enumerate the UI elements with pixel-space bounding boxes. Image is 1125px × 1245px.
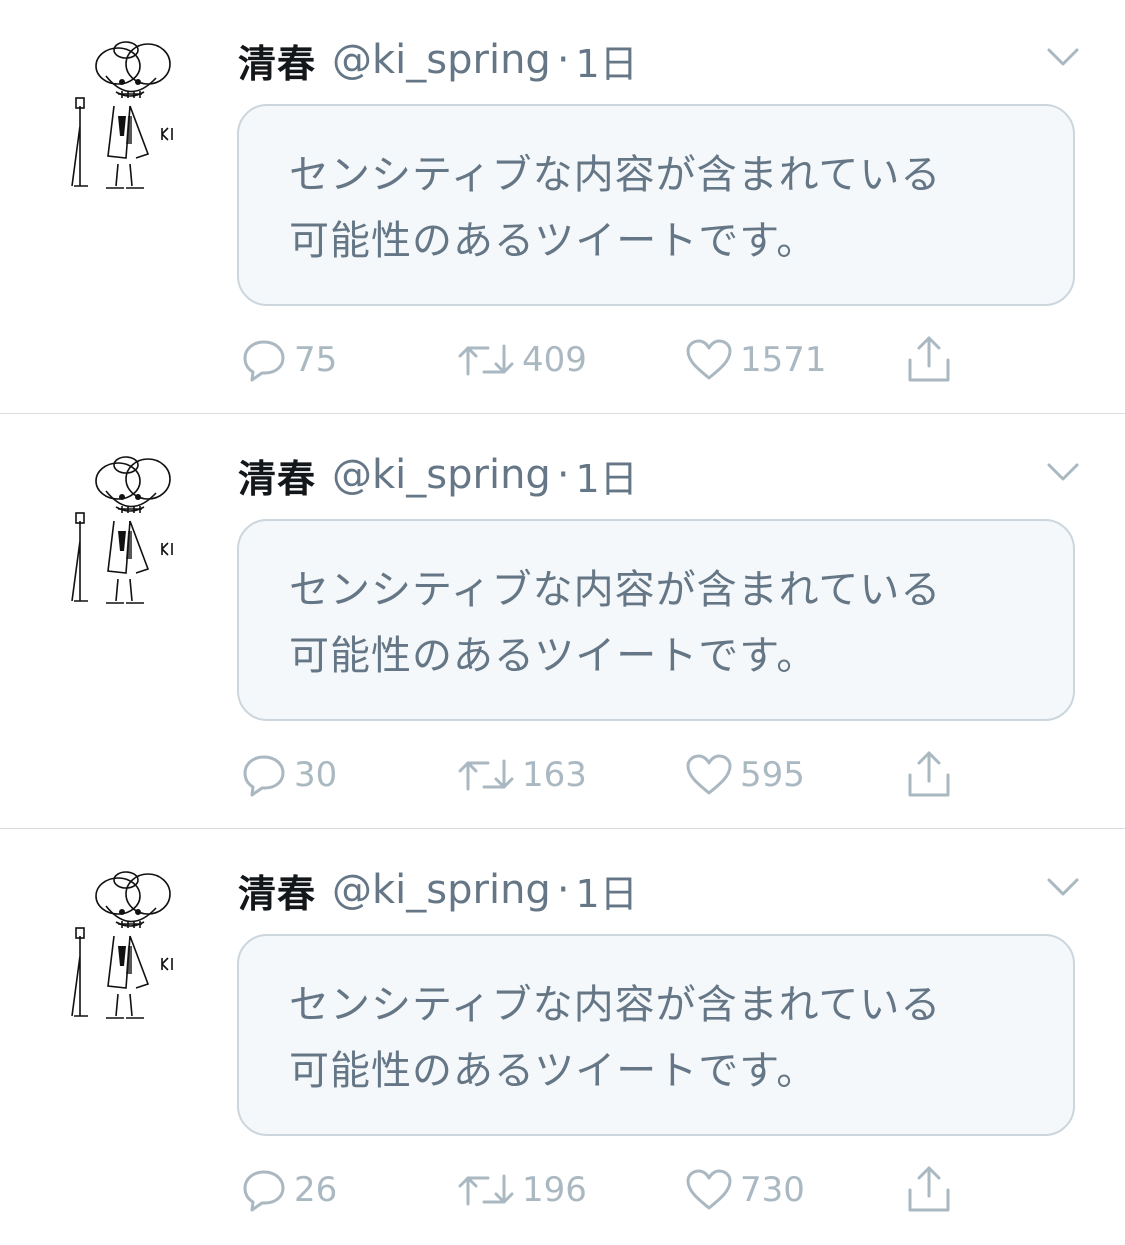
display-name[interactable]: 清春 xyxy=(238,33,316,88)
sensitive-content-notice[interactable]: センシティブな内容が含まれている 可能性のあるツイートです。 xyxy=(237,519,1075,721)
sketch-avatar-icon xyxy=(71,41,173,189)
sensitive-text-line2: 可能性のあるツイートです。 xyxy=(289,1048,818,1094)
sensitive-text-line2: 可能性のあるツイートです。 xyxy=(289,633,818,679)
tweet[interactable]: 清春 @ki_spring · 1日 センシティブな内容が含まれている 可能性の… xyxy=(0,415,1125,830)
separator-dot: · xyxy=(556,37,570,83)
retweet-icon xyxy=(458,759,514,791)
tweet-actions: 26 196 730 xyxy=(240,1160,1000,1220)
sketch-avatar-icon xyxy=(71,871,173,1019)
share-icon xyxy=(908,336,950,382)
tweet-menu-button[interactable] xyxy=(1044,42,1082,72)
tweet-actions: 75 409 1571 xyxy=(240,330,1000,390)
display-name[interactable]: 清春 xyxy=(238,863,316,918)
share-button[interactable] xyxy=(904,1160,954,1220)
reply-bubble-icon xyxy=(243,755,285,797)
tweet-divider xyxy=(0,828,1125,829)
chevron-down-icon xyxy=(1047,878,1079,896)
share-button[interactable] xyxy=(904,330,954,390)
timestamp[interactable]: 1日 xyxy=(576,33,638,88)
avatar[interactable] xyxy=(66,36,186,206)
tweet-menu-button[interactable] xyxy=(1044,457,1082,487)
reply-button[interactable]: 30 xyxy=(240,745,337,805)
separator-dot: · xyxy=(556,867,570,913)
reply-button[interactable]: 75 xyxy=(240,330,337,390)
like-button[interactable]: 730 xyxy=(684,1160,805,1220)
share-button[interactable] xyxy=(904,745,954,805)
display-name[interactable]: 清春 xyxy=(238,448,316,503)
reply-count: 75 xyxy=(294,340,338,380)
separator-dot: · xyxy=(556,452,570,498)
tweet-header: 清春 @ki_spring · 1日 xyxy=(238,862,638,918)
sensitive-content-notice[interactable]: センシティブな内容が含まれている 可能性のあるツイートです。 xyxy=(237,934,1075,1136)
sensitive-text-line1: センシティブな内容が含まれている xyxy=(289,567,942,613)
retweet-count: 409 xyxy=(522,340,587,380)
user-handle[interactable]: @ki_spring xyxy=(332,452,551,498)
like-count: 595 xyxy=(740,755,805,795)
share-icon xyxy=(908,1166,950,1212)
sensitive-text-line2: 可能性のあるツイートです。 xyxy=(289,218,818,264)
timeline-feed: 清春 @ki_spring · 1日 センシティブな内容が含まれている 可能性の… xyxy=(0,0,1125,1212)
sensitive-content-notice[interactable]: センシティブな内容が含まれている 可能性のあるツイートです。 xyxy=(237,104,1075,306)
share-icon xyxy=(908,751,950,797)
chevron-down-icon xyxy=(1047,463,1079,481)
chevron-down-icon xyxy=(1047,48,1079,66)
retweet-icon xyxy=(458,344,514,376)
heart-icon xyxy=(686,754,732,795)
avatar[interactable] xyxy=(66,451,186,621)
sensitive-text-line1: センシティブな内容が含まれている xyxy=(289,982,942,1028)
retweet-count: 196 xyxy=(522,1170,587,1210)
tweet-divider xyxy=(0,413,1125,414)
avatar[interactable] xyxy=(66,866,186,1036)
sensitive-text-line1: センシティブな内容が含まれている xyxy=(289,152,942,198)
sketch-avatar-icon xyxy=(71,456,173,604)
tweet[interactable]: 清春 @ki_spring · 1日 センシティブな内容が含まれている 可能性の… xyxy=(0,830,1125,1245)
tweet-header: 清春 @ki_spring · 1日 xyxy=(238,447,638,503)
reply-bubble-icon xyxy=(243,1170,285,1212)
retweet-button[interactable]: 409 xyxy=(456,330,587,390)
timestamp[interactable]: 1日 xyxy=(576,448,638,503)
tweet[interactable]: 清春 @ki_spring · 1日 センシティブな内容が含まれている 可能性の… xyxy=(0,0,1125,415)
user-handle[interactable]: @ki_spring xyxy=(332,37,551,83)
reply-count: 26 xyxy=(294,1170,338,1210)
reply-bubble-icon xyxy=(243,340,285,382)
retweet-count: 163 xyxy=(522,755,587,795)
retweet-button[interactable]: 196 xyxy=(456,1160,587,1220)
like-count: 730 xyxy=(740,1170,805,1210)
reply-button[interactable]: 26 xyxy=(240,1160,337,1220)
tweet-header: 清春 @ki_spring · 1日 xyxy=(238,32,638,88)
timestamp[interactable]: 1日 xyxy=(576,863,638,918)
heart-icon xyxy=(686,339,732,380)
user-handle[interactable]: @ki_spring xyxy=(332,867,551,913)
tweet-menu-button[interactable] xyxy=(1044,872,1082,902)
heart-icon xyxy=(686,1169,732,1210)
tweet-actions: 30 163 595 xyxy=(240,745,1000,805)
like-button[interactable]: 595 xyxy=(684,745,805,805)
like-button[interactable]: 1571 xyxy=(684,330,827,390)
like-count: 1571 xyxy=(740,340,827,380)
retweet-button[interactable]: 163 xyxy=(456,745,587,805)
reply-count: 30 xyxy=(294,755,338,795)
retweet-icon xyxy=(458,1174,514,1206)
